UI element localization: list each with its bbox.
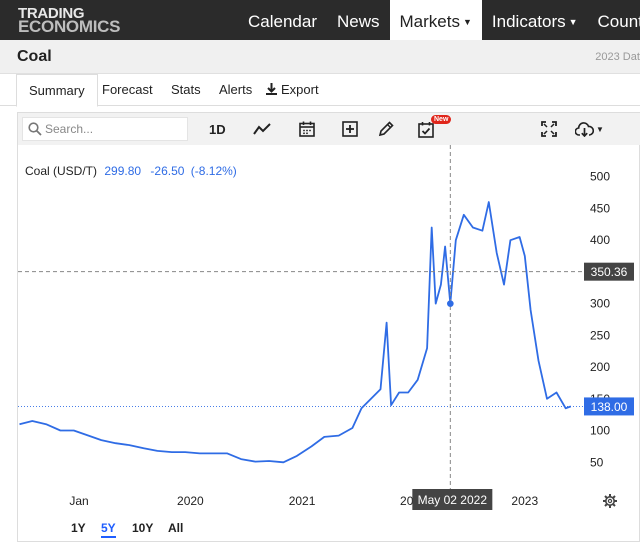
page-title: Coal [17,48,52,65]
range-1y[interactable]: 1Y [71,518,86,538]
tab-forecast[interactable]: Forecast [102,74,153,106]
add-icon[interactable] [342,119,358,139]
fullscreen-icon[interactable] [541,119,557,139]
calendar-icon[interactable] [299,119,315,139]
legend-value: 299.80 [104,164,141,178]
cloud-download-icon[interactable]: ▼ [575,119,604,139]
y-tick-label: 250 [590,328,610,342]
nav-indicators[interactable]: Indicators ▼ [482,0,588,40]
chart-toolbar: 1D New ▼ [18,113,640,145]
y-tick-label: 50 [590,455,604,469]
trading-economics-logo[interactable]: TRADING ECONOMICS [18,6,121,36]
x-tick-label: 2021 [289,494,316,508]
crosshair-price-label: 350.36 [591,265,628,279]
new-badge: New [431,115,452,124]
symbol-search[interactable] [22,117,188,141]
nav-markets[interactable]: Markets ▼ [389,0,482,40]
logo-line-2: ECONOMICS [18,17,121,36]
pencil-icon[interactable] [378,119,394,139]
main-nav: Calendar News Markets▼ Indicators▼ Count… [238,0,640,40]
tab-export-label: Export [281,82,319,97]
data-year-label: 2023 Data [595,51,640,63]
range-5y[interactable]: 5Y [101,518,116,538]
nav-countries[interactable]: Countries [588,0,640,40]
range-10y[interactable]: 10Y [132,518,153,538]
search-icon [28,122,42,141]
chart-legend: Coal (USD/T) 299.80 -26.50 (-8.12%) [25,164,237,178]
tab-export[interactable]: Export [266,74,319,106]
coal-price-chart[interactable]: 50100150200250300350400450500 Jan2020202… [18,145,640,513]
x-tick-label: 2020 [177,494,204,508]
x-tick-label: 2023 [511,494,538,508]
crosshair-date-label: May 02 2022 [418,493,488,507]
top-navigation-bar: TRADING ECONOMICS Calendar News Markets ▼… [0,0,640,40]
legend-pct: (-8.12%) [191,164,237,178]
y-tick-label: 500 [590,170,610,184]
last-price-label: 138.00 [591,400,628,414]
y-tick-label: 100 [590,424,610,438]
range-all[interactable]: All [168,518,183,538]
caret-down-icon: ▼ [568,17,578,27]
crosshair-point [447,300,454,307]
nav-markets-label: Markets [399,12,460,31]
x-tick-label: Jan [69,494,88,508]
y-tick-label: 300 [590,297,610,311]
tab-stats[interactable]: Stats [171,74,201,106]
interval-button[interactable]: 1D [209,119,226,139]
legend-name: Coal (USD/T) [25,164,97,178]
search-input[interactable] [45,121,185,137]
caret-down-icon: ▼ [462,17,472,27]
download-icon [266,75,277,107]
tab-bar: Summary Forecast Stats Alerts Export [0,74,640,107]
y-tick-label: 450 [590,201,610,215]
legend-change: -26.50 [150,164,184,178]
tab-summary[interactable]: Summary [16,74,98,107]
nav-calendar[interactable]: Calendar [238,0,327,40]
series-line [19,201,572,464]
y-tick-label: 400 [590,233,610,247]
title-bar: Coal 2023 Data [0,40,640,74]
nav-indicators-label: Indicators [491,12,566,31]
settings-icon[interactable] [603,494,617,508]
y-tick-label: 200 [590,360,610,374]
tab-alerts[interactable]: Alerts [219,74,252,106]
nav-news[interactable]: News [327,0,390,40]
line-chart-icon[interactable] [253,119,271,139]
